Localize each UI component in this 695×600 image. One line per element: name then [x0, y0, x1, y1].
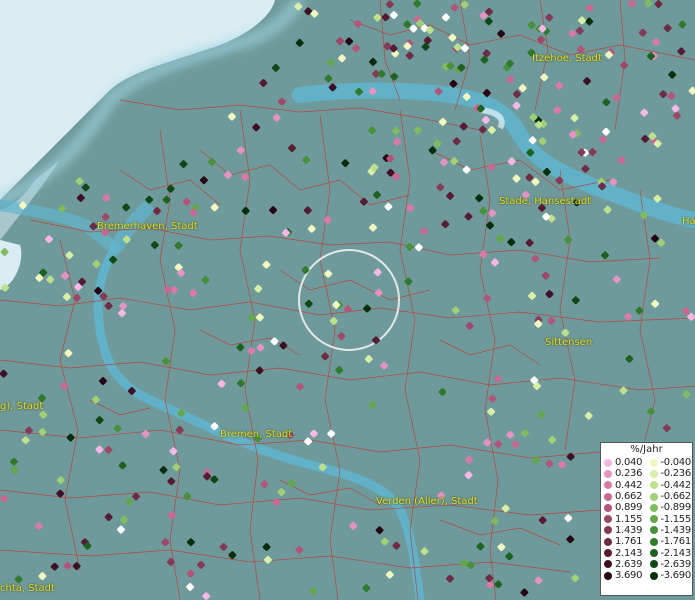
legend-title: %/Jahr [630, 444, 663, 455]
legend-value: -2.639 [660, 558, 692, 570]
legend-swatch [604, 503, 612, 512]
legend-swatch [604, 537, 612, 546]
legend-row: -1.761 [647, 536, 693, 547]
city-label-verden: Verden (Aller), Stadt [376, 496, 478, 507]
legend-swatch [649, 481, 658, 490]
legend-row: -0.040 [647, 457, 693, 468]
legend-row: -3.690 [647, 570, 693, 581]
legend-swatch [649, 560, 658, 569]
legend-row: 1.439 [601, 525, 647, 536]
legend-row: 1.155 [601, 513, 647, 525]
legend-row: -1.155 [647, 513, 693, 525]
legend-swatch [604, 571, 612, 580]
legend-positive-column: 0.040 0.236 0.442 0.662 0.899 1.155 1.439 1.761… [601, 457, 647, 581]
legend: %/Jahr 0.040 0.236 0.442 0.662 0.899 1.155 1.4… [600, 442, 693, 596]
legend-value: 2.143 [615, 547, 643, 559]
city-label-vechta: chta, Stadt [0, 583, 55, 594]
legend-row: 0.040 [601, 457, 647, 468]
legend-row: -0.662 [647, 491, 693, 502]
city-label-hamburg: Ha [682, 216, 695, 227]
legend-value: 1.761 [615, 536, 643, 548]
legend-row: 2.639 [601, 559, 647, 570]
legend-swatch [649, 503, 658, 512]
legend-value: -2.143 [660, 547, 692, 559]
legend-value: -1.439 [660, 524, 692, 536]
legend-value: -0.442 [660, 479, 692, 491]
city-label-bremen: Bremen, Stadt [220, 429, 293, 440]
legend-row: -0.899 [647, 502, 693, 513]
legend-value: 0.040 [615, 457, 643, 469]
legend-value: -3.690 [660, 570, 692, 582]
legend-swatch [649, 537, 658, 546]
legend-row: 0.442 [601, 480, 647, 491]
legend-value: -1.155 [660, 513, 692, 525]
legend-row: 3.690 [601, 570, 647, 581]
legend-row: -0.236 [647, 468, 693, 479]
legend-value: 2.639 [615, 558, 643, 570]
legend-swatch [604, 526, 612, 535]
legend-swatch [604, 549, 612, 558]
legend-swatch [649, 492, 658, 501]
city-label-oldenburg: g), Stadt [0, 401, 44, 412]
legend-value: -1.761 [660, 536, 692, 548]
legend-swatch [604, 481, 612, 490]
legend-row: -1.439 [647, 525, 693, 536]
map-view[interactable]: Itzehoe, Stadt Stade, Hansestadt Bremerh… [0, 0, 695, 600]
city-label-itzehoe: Itzehoe, Stadt [532, 53, 602, 64]
legend-value: 0.899 [615, 502, 643, 514]
legend-row: 0.662 [601, 491, 647, 502]
legend-swatch [604, 515, 612, 524]
legend-swatch [649, 571, 658, 580]
legend-value: 1.439 [615, 524, 643, 536]
legend-row: -2.639 [647, 559, 693, 570]
legend-swatch [649, 458, 658, 467]
legend-negative-column: -0.040 -0.236 -0.442 -0.662 -0.899 -1.155 -1.4… [647, 457, 693, 581]
legend-value: -0.040 [660, 457, 692, 469]
legend-swatch [649, 515, 658, 524]
legend-value: -0.662 [660, 491, 692, 503]
city-label-stade: Stade, Hansestadt [499, 196, 592, 207]
legend-swatch [649, 469, 658, 478]
city-label-bremerhaven: Bremerhaven, Stadt [97, 221, 198, 232]
legend-row: -2.143 [647, 547, 693, 559]
legend-swatch [604, 492, 612, 501]
legend-value: -0.899 [660, 502, 692, 514]
legend-value: 0.442 [615, 479, 643, 491]
legend-value: 3.690 [615, 570, 643, 582]
legend-swatch [604, 469, 612, 478]
legend-row: -0.442 [647, 480, 693, 491]
legend-row: 1.761 [601, 536, 647, 547]
legend-row: 0.899 [601, 502, 647, 513]
legend-value: -0.236 [660, 468, 692, 480]
legend-swatch [649, 549, 658, 558]
legend-row: 0.236 [601, 468, 647, 479]
legend-row: 2.143 [601, 547, 647, 559]
legend-value: 0.236 [615, 468, 643, 480]
map-base [0, 0, 695, 600]
legend-value: 1.155 [615, 513, 643, 525]
legend-swatch [649, 526, 658, 535]
legend-value: 0.662 [615, 491, 643, 503]
legend-swatch [604, 458, 612, 467]
city-label-sittensen: Sittensen [545, 337, 593, 348]
legend-swatch [604, 560, 612, 569]
